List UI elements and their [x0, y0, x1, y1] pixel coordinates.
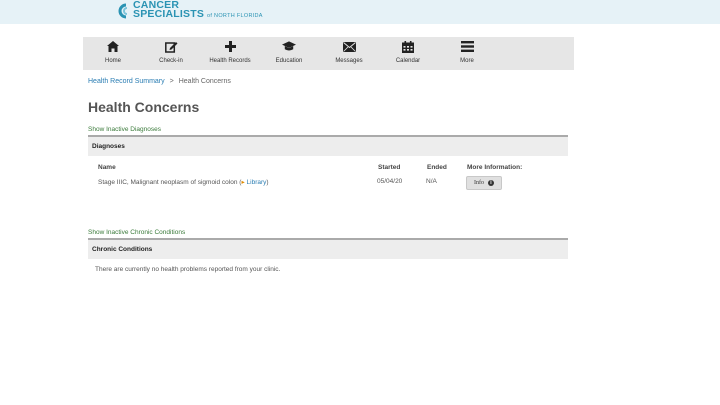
chronic-section: Chronic Conditions — [88, 238, 568, 259]
diagnoses-header: Diagnoses — [88, 137, 568, 156]
column-header-ended: Ended — [427, 164, 447, 171]
breadcrumb-link-summary[interactable]: Health Record Summary — [88, 78, 165, 85]
show-inactive-chronic-link[interactable]: Show Inactive Chronic Conditions — [88, 229, 185, 236]
home-icon — [106, 40, 120, 53]
plus-icon — [223, 40, 237, 53]
main-nav: Home Check-in Health Records Education M… — [83, 37, 574, 70]
library-paren-close: ) — [266, 179, 269, 186]
top-header: CANCER SPECIALISTS of NORTH FLORIDA — [0, 0, 720, 24]
logo-subtitle: of NORTH FLORIDA — [207, 13, 263, 19]
clinic-logo[interactable]: CANCER SPECIALISTS of NORTH FLORIDA — [116, 0, 263, 22]
logo-line2: SPECIALISTS of NORTH FLORIDA — [133, 8, 263, 21]
info-button-label: Info — [474, 180, 484, 186]
nav-label-check-in: Check-in — [159, 58, 183, 64]
nav-label-education: Education — [275, 58, 303, 64]
column-header-started: Started — [378, 164, 401, 171]
edit-icon — [164, 40, 178, 53]
library-link[interactable]: Library — [247, 179, 267, 186]
nav-item-health-records[interactable]: Health Records — [200, 37, 260, 70]
logo-line2-text: SPECIALISTS — [133, 8, 205, 20]
chronic-empty-message: There are currently no health problems r… — [95, 266, 281, 273]
nav-item-home[interactable]: Home — [83, 37, 143, 70]
nav-item-more[interactable]: More — [437, 37, 497, 70]
envelope-icon — [342, 40, 356, 53]
info-circle-icon: i — [488, 180, 494, 186]
breadcrumb: Health Record Summary > Health Concerns — [88, 78, 231, 85]
breadcrumb-separator: > — [169, 78, 174, 85]
nav-label-messages: Messages — [335, 58, 363, 64]
calendar-icon — [401, 40, 415, 53]
diagnosis-ended: N/A — [426, 178, 437, 185]
nav-item-education[interactable]: Education — [259, 37, 319, 70]
diagnoses-section: Diagnoses — [88, 135, 568, 156]
logo-mark-icon — [116, 3, 130, 19]
diagnosis-started: 05/04/20 — [377, 178, 403, 185]
chronic-header: Chronic Conditions — [88, 240, 568, 259]
nav-label-home: Home — [104, 58, 121, 64]
library-arrow-icon: ▸ — [241, 179, 245, 186]
nav-label-more: More — [460, 58, 474, 64]
nav-label-health-records: Health Records — [209, 58, 251, 64]
nav-label-calendar: Calendar — [395, 58, 421, 64]
diagnosis-name-text: Stage IIIC, Malignant neoplasm of sigmoi… — [98, 179, 238, 186]
nav-item-check-in[interactable]: Check-in — [141, 37, 201, 70]
column-header-name: Name — [98, 164, 116, 171]
graduation-cap-icon — [282, 40, 296, 53]
info-button[interactable]: Info i — [466, 176, 502, 190]
page-title: Health Concerns — [88, 99, 200, 115]
breadcrumb-current: Health Concerns — [178, 78, 231, 85]
menu-icon — [460, 40, 474, 53]
diagnosis-name: Stage IIIC, Malignant neoplasm of sigmoi… — [98, 178, 269, 186]
nav-item-calendar[interactable]: Calendar — [378, 37, 438, 70]
column-header-more-info: More Information: — [467, 164, 523, 171]
show-inactive-diagnoses-link[interactable]: Show Inactive Diagnoses — [88, 126, 161, 133]
nav-item-messages[interactable]: Messages — [319, 37, 379, 70]
